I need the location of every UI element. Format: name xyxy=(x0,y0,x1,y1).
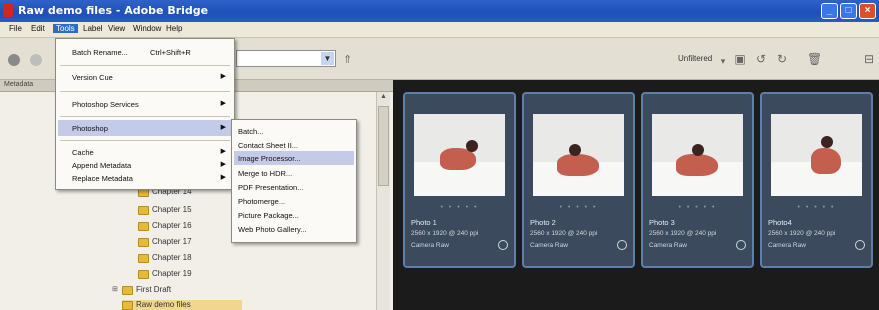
title-bar: Raw demo files - Adobe Bridge _ □ × xyxy=(0,0,879,22)
expand-icon[interactable]: ⊞ xyxy=(112,285,118,293)
folder-up-icon[interactable]: ⇑ xyxy=(343,53,357,66)
submenu-arrow-icon: ▶ xyxy=(220,161,226,168)
submenu-arrow-icon: ▶ xyxy=(220,100,226,107)
new-folder-icon[interactable]: ▣ xyxy=(733,52,747,66)
bridge-app-icon xyxy=(3,4,13,17)
thumbnail-card[interactable]: • • • • • Photo 2 2560 x 1920 @ 240 ppi … xyxy=(522,92,635,268)
menu-bar: File Edit Tools Label View Window Help xyxy=(0,22,879,38)
path-dropdown[interactable]: ▼ xyxy=(236,50,336,67)
camera-raw-badge-icon xyxy=(617,240,627,250)
panel-tab-metadata[interactable]: Metadata xyxy=(4,81,33,88)
thumbnail-dimensions: 2560 x 1920 @ 240 ppi xyxy=(649,230,717,237)
folder-icon xyxy=(122,301,133,310)
tools-menu: Batch Rename... Ctrl+Shift+R Version Cue… xyxy=(55,38,235,190)
thumbnail-image xyxy=(652,114,743,196)
filter-dropdown[interactable]: Unfiltered xyxy=(678,54,712,63)
thumbnail-image xyxy=(414,114,505,196)
tree-folder[interactable]: ⊞ First Draft xyxy=(112,285,242,296)
thumbnail-type: Camera Raw xyxy=(649,242,687,249)
thumbnail-image xyxy=(771,114,862,196)
camera-raw-badge-icon xyxy=(736,240,746,250)
submenu-arrow-icon: ▶ xyxy=(220,174,226,181)
filter-chevron-icon[interactable]: ▾ xyxy=(716,54,730,68)
folder-icon xyxy=(138,206,149,215)
vertical-scrollbar[interactable]: ▲ xyxy=(376,92,390,310)
thumbnail-card[interactable]: • • • • • Photo 3 2560 x 1920 @ 240 ppi … xyxy=(641,92,754,268)
menu-item-photoshop[interactable]: Photoshop ▶ xyxy=(58,120,232,136)
thumbnail-card[interactable]: • • • • • Photo 1 2560 x 1920 @ 240 ppi … xyxy=(403,92,516,268)
folder-icon xyxy=(138,270,149,279)
chevron-down-icon[interactable]: ▼ xyxy=(321,52,334,65)
thumbnail-image xyxy=(533,114,624,196)
menu-item-photoshop-services[interactable]: Photoshop Services ▶ xyxy=(58,96,232,112)
content-panel: • • • • • Photo 1 2560 x 1920 @ 240 ppi … xyxy=(393,80,879,310)
rating-stars[interactable]: • • • • • xyxy=(762,204,871,211)
thumbnail-type: Camera Raw xyxy=(768,242,806,249)
maximize-button[interactable]: □ xyxy=(840,3,857,19)
menu-window[interactable]: Window xyxy=(130,24,164,33)
folder-icon xyxy=(122,286,133,295)
menu-separator xyxy=(60,140,230,141)
thumbnail-dimensions: 2560 x 1920 @ 240 ppi xyxy=(411,230,479,237)
delete-icon[interactable]: 🗑 xyxy=(807,52,822,66)
menu-label[interactable]: Label xyxy=(80,24,106,33)
close-button[interactable]: × xyxy=(859,3,876,19)
thumbnail-dimensions: 2560 x 1920 @ 240 ppi xyxy=(530,230,598,237)
thumbnail-name: Photo 1 xyxy=(411,218,437,227)
menu-separator xyxy=(60,116,230,117)
folder-icon xyxy=(138,254,149,263)
tree-folder-selected[interactable]: Raw demo files xyxy=(122,300,242,310)
submenu-arrow-icon: ▶ xyxy=(220,124,226,131)
thumbnail-dimensions: 2560 x 1920 @ 240 ppi xyxy=(768,230,836,237)
thumbnail-type: Camera Raw xyxy=(411,242,449,249)
thumbnail-name: Photo 3 xyxy=(649,218,675,227)
thumbnail-type: Camera Raw xyxy=(530,242,568,249)
menu-separator xyxy=(60,91,230,92)
thumbnail-name: Photo4 xyxy=(768,218,792,227)
minimize-button[interactable]: _ xyxy=(821,3,838,19)
tree-folder[interactable]: Chapter 18 xyxy=(138,253,258,264)
scroll-up-icon[interactable]: ▲ xyxy=(378,93,389,104)
back-icon[interactable] xyxy=(8,54,20,66)
forward-icon[interactable] xyxy=(30,54,42,66)
submenu-item-web-photo-gallery[interactable]: Web Photo Gallery... xyxy=(234,221,354,237)
folder-icon xyxy=(138,222,149,231)
tree-folder[interactable]: Chapter 19 xyxy=(138,269,258,280)
menu-item-version-cue[interactable]: Version Cue ▶ xyxy=(58,69,232,85)
menu-file[interactable]: File xyxy=(6,24,25,33)
scrollbar-thumb[interactable] xyxy=(378,106,389,186)
menu-edit[interactable]: Edit xyxy=(28,24,48,33)
submenu-arrow-icon: ▶ xyxy=(220,148,226,155)
rotate-right-icon[interactable]: ↻ xyxy=(775,52,789,66)
camera-raw-badge-icon xyxy=(498,240,508,250)
compact-mode-icon[interactable]: ⊟ xyxy=(862,52,876,66)
photoshop-submenu: Batch... Contact Sheet II... Image Proce… xyxy=(231,119,357,243)
rating-stars[interactable]: • • • • • xyxy=(524,204,633,211)
submenu-arrow-icon: ▶ xyxy=(220,73,226,80)
thumbnail-card[interactable]: • • • • • Photo4 2560 x 1920 @ 240 ppi C… xyxy=(760,92,873,268)
menu-separator xyxy=(60,65,230,66)
menu-item-batch-rename[interactable]: Batch Rename... Ctrl+Shift+R xyxy=(58,44,232,60)
rating-stars[interactable]: • • • • • xyxy=(643,204,752,211)
folder-icon xyxy=(138,238,149,247)
menu-item-replace-metadata[interactable]: Replace Metadata ▶ xyxy=(58,170,232,186)
menu-help[interactable]: Help xyxy=(163,24,185,33)
camera-raw-badge-icon xyxy=(855,240,865,250)
window-title: Raw demo files - Adobe Bridge xyxy=(18,4,209,17)
submenu-item-image-processor[interactable]: Image Processor... xyxy=(234,151,354,165)
menu-view[interactable]: View xyxy=(105,24,128,33)
thumbnail-name: Photo 2 xyxy=(530,218,556,227)
rating-stars[interactable]: • • • • • xyxy=(405,204,514,211)
menu-tools[interactable]: Tools xyxy=(53,24,78,33)
rotate-left-icon[interactable]: ↺ xyxy=(754,52,768,66)
